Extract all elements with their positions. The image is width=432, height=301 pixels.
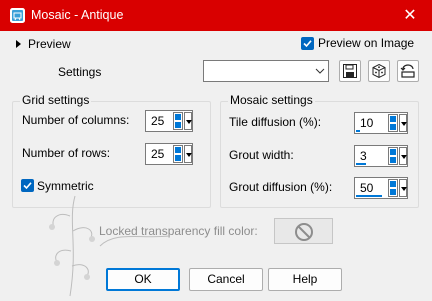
grout-diffusion-spinner[interactable]: 50 (354, 177, 408, 199)
symmetric-checkbox[interactable] (21, 179, 34, 192)
no-symbol-icon (295, 223, 313, 241)
dropdown-arrow-icon[interactable] (184, 112, 192, 130)
tile-diffusion-level (356, 130, 360, 132)
stepper-arrows-icon[interactable] (388, 179, 398, 197)
dice-icon (372, 63, 386, 79)
fill-color-swatch (274, 218, 333, 244)
title-bar: Mosaic - Antique ✕ (0, 0, 432, 31)
preview-label: Preview (28, 37, 71, 51)
columns-value: 25 (151, 114, 165, 128)
preview-on-image-label: Preview on Image (318, 36, 415, 50)
help-button[interactable]: Help (268, 268, 342, 291)
grout-width-level (356, 163, 366, 165)
expand-triangle-icon (16, 40, 21, 48)
tile-diffusion-label: Tile diffusion (%): (229, 115, 322, 129)
columns-label: Number of columns: (22, 113, 130, 127)
chevron-down-icon (312, 61, 328, 81)
reset-defaults-button[interactable] (397, 60, 419, 82)
rows-value: 25 (151, 147, 165, 161)
close-icon[interactable]: ✕ (388, 0, 432, 31)
tile-diffusion-spinner[interactable]: 10 (354, 112, 408, 134)
grout-diffusion-label: Grout diffusion (%): (229, 180, 333, 194)
preview-on-image-checkbox[interactable] (301, 37, 314, 50)
settings-dropdown[interactable] (203, 60, 329, 82)
preview-toggle[interactable]: Preview (14, 37, 74, 51)
checkmark-icon (23, 182, 32, 190)
window-title: Mosaic - Antique (31, 8, 124, 22)
symmetric-label: Symmetric (37, 179, 94, 193)
fill-color-label: Locked transparency fill color: (99, 224, 258, 238)
stepper-arrows-icon[interactable] (388, 114, 398, 132)
dropdown-arrow-icon[interactable] (399, 147, 407, 165)
checkmark-icon (303, 40, 312, 48)
columns-spinner[interactable]: 25 (145, 110, 193, 132)
settings-label: Settings (58, 65, 102, 79)
dropdown-arrow-icon[interactable] (184, 145, 192, 163)
dropdown-arrow-icon[interactable] (399, 114, 407, 132)
grout-diffusion-level (356, 195, 382, 197)
rows-spinner[interactable]: 25 (145, 143, 193, 165)
dropdown-arrow-icon[interactable] (399, 179, 407, 197)
stepper-arrows-icon[interactable] (388, 147, 398, 165)
mosaic-settings-title: Mosaic settings (228, 93, 315, 107)
grout-width-label: Grout width: (229, 148, 294, 162)
cancel-button[interactable]: Cancel (189, 268, 263, 291)
mosaic-app-icon (10, 8, 25, 23)
floppy-disk-icon (343, 64, 357, 78)
grout-width-spinner[interactable]: 3 (354, 145, 408, 167)
ok-button[interactable]: OK (106, 268, 180, 291)
rows-label: Number of rows: (22, 146, 111, 160)
tile-diffusion-value: 10 (360, 116, 374, 130)
randomize-button[interactable] (368, 60, 390, 82)
dialog-body: Preview Preview on Image Settings Grid s… (0, 31, 432, 301)
stepper-arrows-icon[interactable] (173, 145, 183, 163)
stepper-arrows-icon[interactable] (173, 112, 183, 130)
grout-diffusion-value: 50 (360, 181, 374, 195)
grout-width-value: 3 (360, 149, 367, 163)
grid-settings-title: Grid settings (20, 93, 92, 107)
save-preset-button[interactable] (339, 60, 361, 82)
reset-icon (400, 64, 415, 78)
